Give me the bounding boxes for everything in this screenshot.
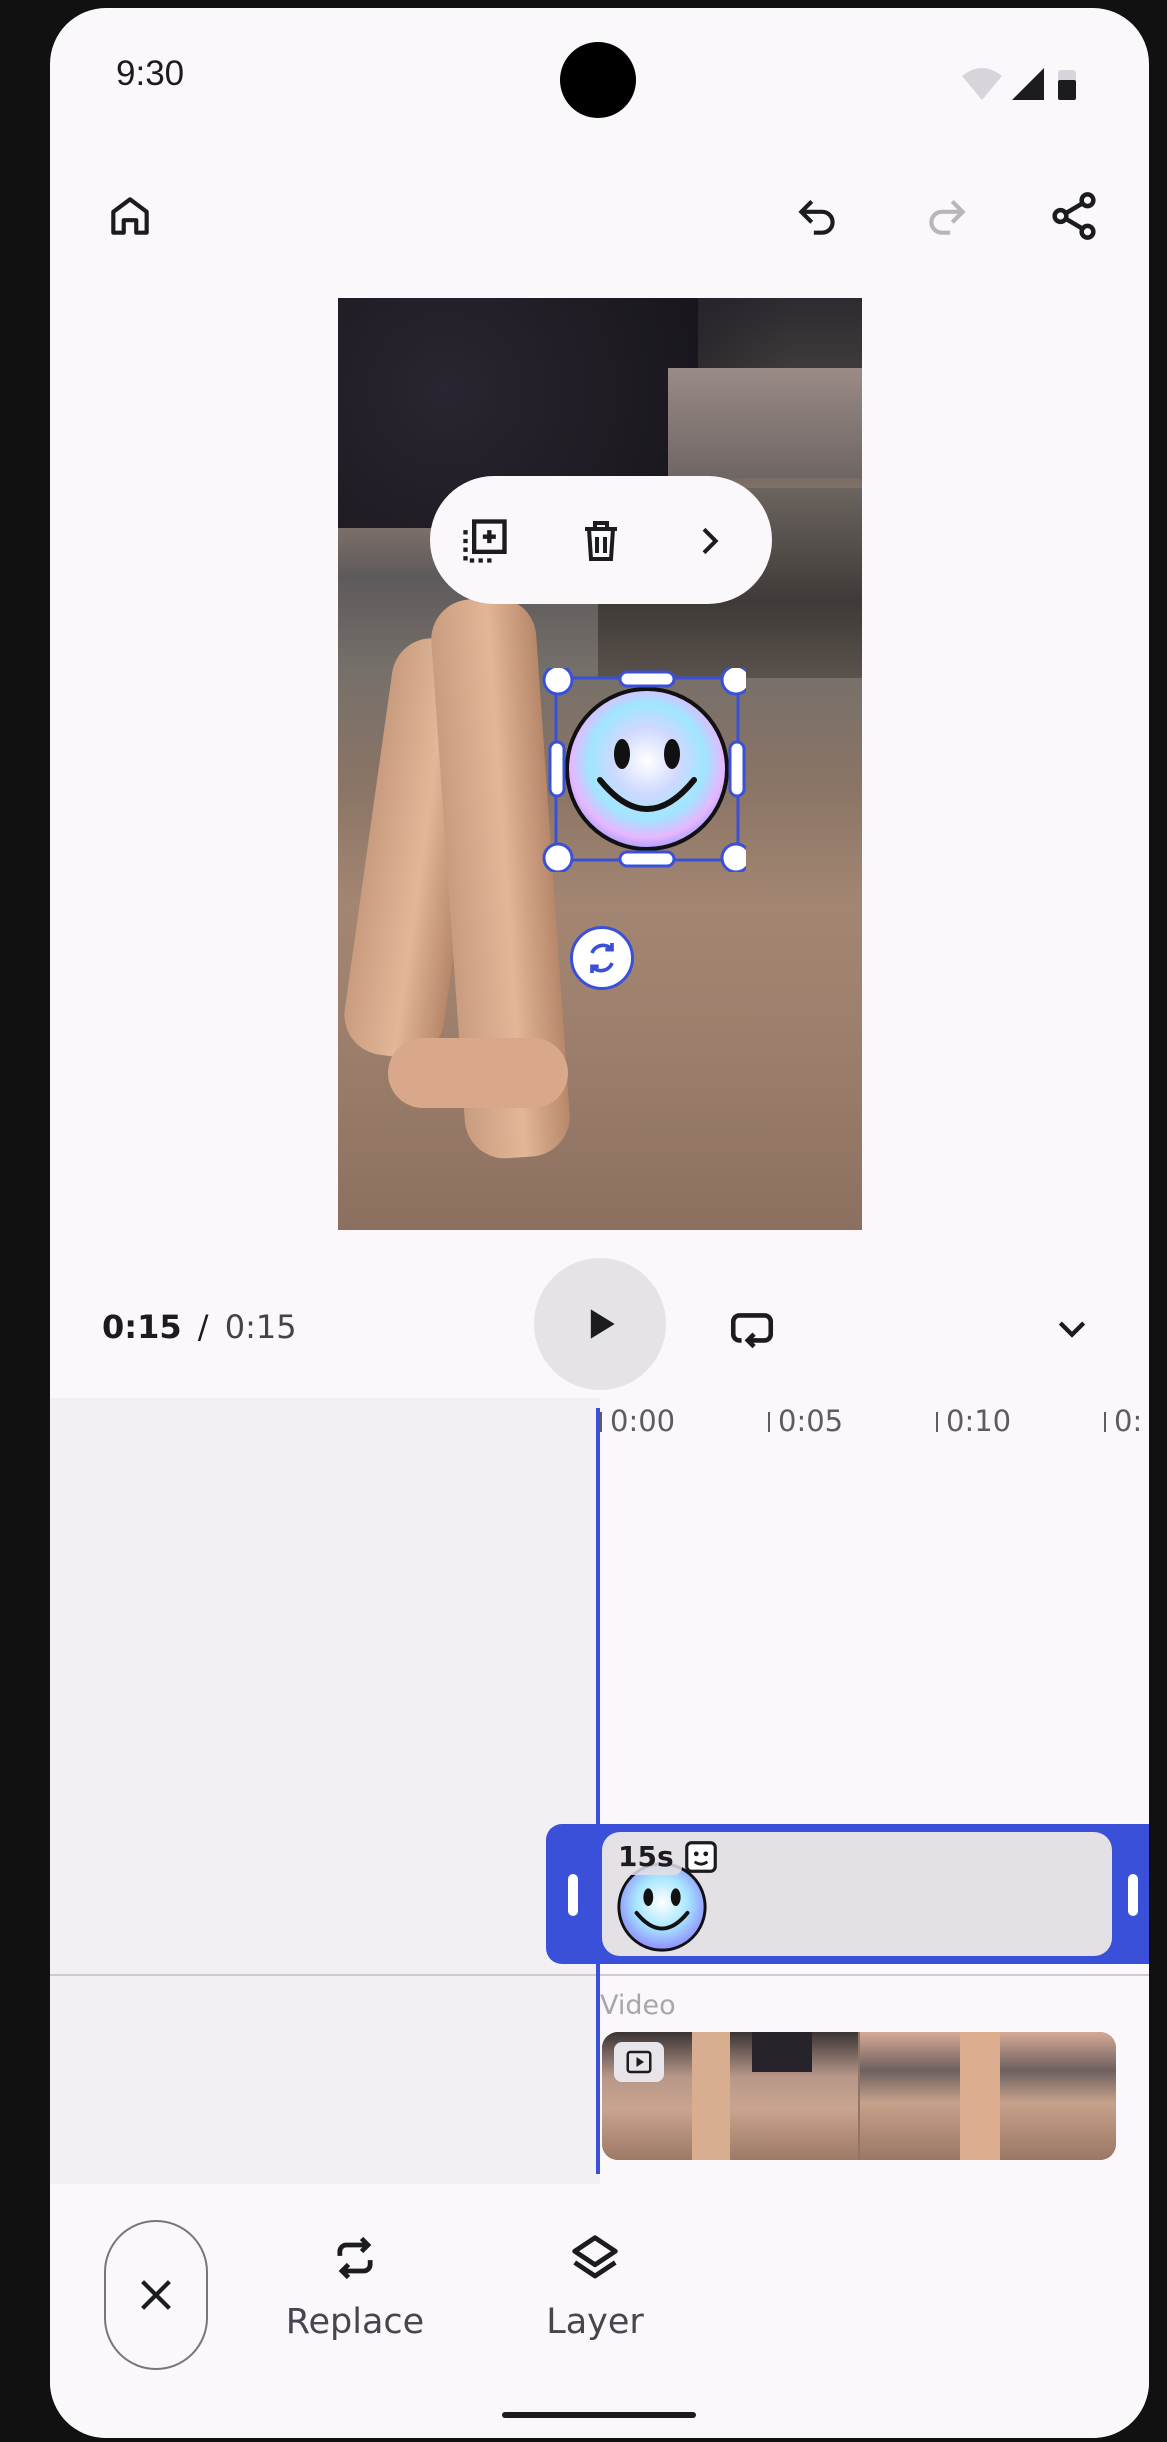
home-button[interactable]: [92, 178, 168, 254]
replace-button[interactable]: Replace: [260, 2228, 450, 2368]
collapse-button[interactable]: [1034, 1290, 1110, 1366]
play-button[interactable]: [534, 1258, 666, 1390]
layer-icon-wrap: [565, 2228, 625, 2288]
tick-label: 0:00: [610, 1404, 676, 1438]
sky-shape: [668, 368, 862, 478]
phone-screen: 9:30 0:15 / 0:15 0:00 0:05 0:10 0: 15s V…: [50, 8, 1149, 2438]
sticker-clip-selected[interactable]: 15s: [546, 1824, 1149, 1964]
loop-button[interactable]: [714, 1292, 790, 1368]
video-clip-icon: [626, 2050, 652, 2074]
playback-time: 0:15 / 0:15: [102, 1308, 297, 1346]
gesture-nav-bar[interactable]: [502, 2412, 696, 2418]
share-icon: [1052, 192, 1096, 240]
rotate-handle[interactable]: [570, 926, 634, 990]
sticker-type-icon: [685, 1841, 717, 1873]
layers-icon: [572, 2235, 618, 2279]
layer-button[interactable]: Layer: [520, 2228, 670, 2368]
selected-sticker[interactable]: [508, 664, 752, 874]
edge-handle-top: [618, 670, 676, 688]
home-icon: [111, 197, 149, 235]
signal-icon: [1012, 68, 1044, 100]
duplicate-icon: [463, 519, 507, 563]
undo-icon: [798, 199, 835, 235]
delete-icon: [585, 521, 617, 561]
replace-icon: [337, 2236, 373, 2280]
redo-icon: [929, 199, 966, 235]
corner-handle-top-left: [542, 664, 574, 696]
video-clip[interactable]: [602, 2032, 1116, 2160]
close-icon: [141, 2280, 171, 2310]
video-frame-thumb: [860, 2032, 1116, 2160]
foot-shape: [388, 1038, 568, 1108]
wifi-icon: [962, 68, 1002, 100]
tick-label: 0:10: [946, 1404, 1012, 1438]
sticker-context-toolbar: [430, 476, 772, 604]
loop-icon: [730, 1313, 774, 1349]
redo-button[interactable]: [908, 178, 984, 254]
replace-label: Replace: [285, 2302, 425, 2342]
share-button[interactable]: [1036, 178, 1112, 254]
layer-label: Layer: [546, 2302, 644, 2342]
edge-handle-left: [548, 740, 566, 798]
duplicate-button[interactable]: [450, 506, 520, 576]
replace-icon-wrap: [325, 2228, 385, 2288]
battery-icon: [1058, 70, 1076, 100]
playhead[interactable]: [596, 1408, 600, 2174]
play-icon: [590, 1309, 615, 1339]
smiley-sticker-icon: [565, 687, 729, 851]
time-ruler: 0:00 0:05 0:10 0:: [600, 1398, 1149, 1438]
chevron-down-icon: [1058, 1321, 1086, 1338]
edge-handle-bottom: [618, 850, 676, 868]
corner-handle-bottom-left: [542, 842, 574, 874]
undo-button[interactable]: [780, 178, 856, 254]
more-button[interactable]: [674, 506, 744, 576]
corner-handle-top-right: [720, 664, 752, 696]
rotate-icon: [590, 943, 614, 973]
sticker-clip-body: 15s: [602, 1832, 1112, 1956]
close-button[interactable]: [104, 2220, 208, 2370]
status-time: 9:30: [116, 54, 185, 93]
clip-duration: 15s: [610, 1838, 682, 1875]
chevron-right-icon: [702, 527, 719, 555]
camera-cutout: [560, 42, 636, 118]
trim-handle-left[interactable]: [568, 1874, 578, 1916]
tick-label: 0:: [1114, 1404, 1143, 1438]
current-time: 0:15: [102, 1308, 182, 1346]
delete-button[interactable]: [566, 506, 636, 576]
total-time: 0:15: [224, 1308, 297, 1346]
trim-handle-right[interactable]: [1128, 1874, 1138, 1916]
time-separator: /: [197, 1308, 209, 1346]
edge-handle-right: [728, 740, 746, 798]
tick-label: 0:05: [778, 1404, 844, 1438]
corner-handle-bottom-right: [720, 842, 752, 874]
status-icons: [962, 64, 1082, 104]
video-track-label: Video: [600, 1990, 676, 2021]
video-type-badge: [614, 2042, 664, 2082]
